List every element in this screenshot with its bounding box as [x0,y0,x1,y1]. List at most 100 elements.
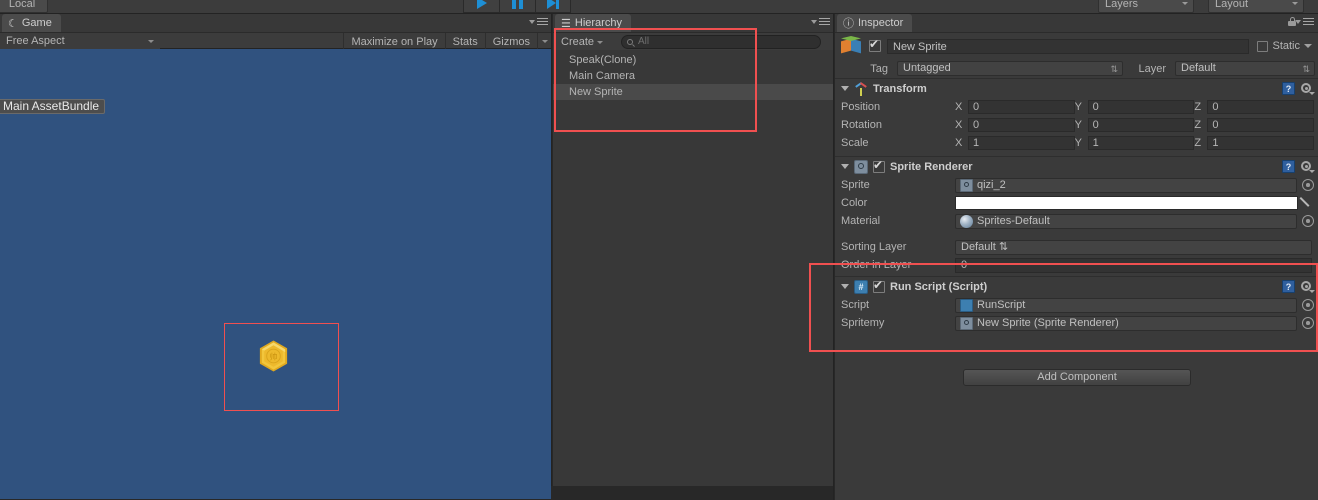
layers-dropdown[interactable]: Layers [1098,0,1194,13]
step-button[interactable] [535,0,571,13]
spritemy-object-field[interactable]: New Sprite (Sprite Renderer) [955,315,1297,331]
object-picker-icon[interactable] [1302,317,1314,329]
rotation-x-input[interactable]: 0 [968,118,1075,132]
gear-icon[interactable] [1300,82,1315,95]
gear-icon[interactable] [1300,280,1315,293]
material-label: Material [841,215,881,227]
run-script-title: Run Script (Script) [890,280,988,293]
scale-vector3: X1 Y1 Z1 [955,136,1318,150]
static-checkbox[interactable] [1257,40,1269,52]
gameobject-name-input[interactable]: New Sprite [887,38,1250,54]
axis-z-label: Z [1194,101,1202,113]
create-label: Create [561,36,595,48]
position-x-input[interactable]: 0 [968,100,1075,114]
hierarchy-tabbar: ☰ Hierarchy [553,14,834,32]
static-toggle-group: Static [1257,40,1312,52]
scale-z-input[interactable]: 1 [1207,136,1315,150]
transform-scale-row: Scale X1 Y1 Z1 [835,134,1318,152]
hierarchy-list: Speak(Clone) Main Camera New Sprite [553,52,834,122]
object-picker-icon[interactable] [1302,179,1314,191]
tab-game[interactable]: ☾ Game [2,14,61,32]
tag-layer-row: Tag Untagged ⇅ Layer Default ⇅ [835,59,1318,78]
color-swatch[interactable] [955,196,1298,210]
object-picker-icon[interactable] [1302,299,1314,311]
hamburger-icon [537,18,548,25]
order-in-layer-row: Order in Layer 0 [835,256,1318,274]
material-object-field[interactable]: Sprites-Default [955,213,1297,229]
layer-dropdown[interactable]: Default ⇅ [1175,61,1315,76]
layout-dropdown[interactable]: Layout [1208,0,1304,13]
game-viewport[interactable]: Main AssetBundle 帅 [0,49,551,499]
run-script-component-header[interactable]: # Run Script (Script) ? [835,277,1318,296]
gear-icon[interactable] [1300,160,1315,173]
maximize-on-play-toggle[interactable]: Maximize on Play [343,33,444,50]
list-item[interactable]: Speak(Clone) [553,52,834,68]
scale-x-input[interactable]: 1 [968,136,1075,150]
object-picker-icon[interactable] [1302,215,1314,227]
foldout-arrow-icon[interactable] [841,86,849,91]
sorting-layer-row: Sorting Layer Default ⇅ [835,238,1318,256]
list-item[interactable]: Main Camera [553,68,834,84]
gameobject-enabled-checkbox[interactable] [869,37,881,52]
list-item[interactable]: New Sprite [553,84,834,100]
aspect-ratio-dropdown[interactable]: Free Aspect [0,33,160,50]
play-button[interactable] [463,0,499,13]
sorting-layer-label: Sorting Layer [841,241,907,253]
foldout-arrow-icon[interactable] [841,284,849,289]
spritemy-field-row: Spritemy New Sprite (Sprite Renderer) [835,314,1318,332]
position-z-input[interactable]: 0 [1207,100,1315,114]
rotation-z-input[interactable]: 0 [1207,118,1315,132]
tab-hierarchy[interactable]: ☰ Hierarchy [555,14,631,32]
help-icon[interactable]: ? [1282,280,1295,293]
position-y-input[interactable]: 0 [1087,100,1195,114]
rotation-y-input[interactable]: 0 [1087,118,1195,132]
info-icon: ⓘ [843,18,854,30]
cs-script-icon: # [854,279,868,294]
transform-title: Transform [873,82,927,95]
hierarchy-panel-menu-button[interactable] [811,18,830,25]
layer-label: Layer [1138,62,1166,75]
script-object-field[interactable]: RunScript [955,297,1297,313]
chevron-down-icon [597,41,604,44]
tag-dropdown[interactable]: Untagged ⇅ [897,61,1123,76]
scale-y-input[interactable]: 1 [1087,136,1195,150]
order-in-layer-input[interactable]: 0 [955,257,1312,273]
gizmos-toggle[interactable]: Gizmos [484,33,537,50]
tab-inspector[interactable]: ⓘ Inspector [837,14,913,32]
sprite-renderer-title: Sprite Renderer [890,160,973,173]
sprite-renderer-enabled-checkbox[interactable] [873,158,885,173]
caret-down-icon [811,19,817,24]
foldout-arrow-icon[interactable] [841,164,849,169]
axis-x-label: X [955,137,963,149]
chevron-down-icon[interactable] [1304,44,1312,48]
hierarchy-panel: ☰ Hierarchy Create All Speak(Clone) Main… [553,14,834,486]
pause-icon [512,0,523,9]
inspector-panel-menu-button[interactable] [1295,18,1314,25]
sprite-renderer-component-header[interactable]: Sprite Renderer ? [835,157,1318,176]
stats-toggle[interactable]: Stats [444,33,485,50]
sprite-asset-icon [960,178,973,192]
hierarchy-search-input[interactable]: All [621,35,821,49]
help-icon[interactable]: ? [1282,160,1295,173]
sprite-object-field[interactable]: qizi_2 [955,177,1297,193]
pivot-rotation-toggle[interactable]: Local [0,0,48,13]
game-panel-menu-button[interactable] [529,18,548,25]
create-dropdown-button[interactable]: Create [557,34,606,50]
eyedropper-icon[interactable] [1299,196,1314,210]
transform-icon [854,81,868,96]
add-component-button[interactable]: Add Component [963,369,1191,386]
chevron-down-icon [148,40,154,43]
run-script-enabled-checkbox[interactable] [873,278,885,293]
spritemy-value: New Sprite (Sprite Renderer) [977,316,1119,329]
sorting-layer-dropdown[interactable]: Default ⇅ [955,239,1312,255]
game-toolbar-right: Maximize on Play Stats Gizmos [343,33,552,50]
unity-editor-window: Local Layers Layout ☾ Game Free Aspect M… [0,0,1318,500]
transform-component-header[interactable]: Transform ? [835,79,1318,98]
gizmos-dropdown[interactable] [537,33,552,50]
scale-label: Scale [841,137,869,149]
hamburger-icon [819,18,830,25]
component-header-actions: ? [1282,160,1315,173]
pause-button[interactable] [499,0,535,13]
help-icon[interactable]: ? [1282,82,1295,95]
